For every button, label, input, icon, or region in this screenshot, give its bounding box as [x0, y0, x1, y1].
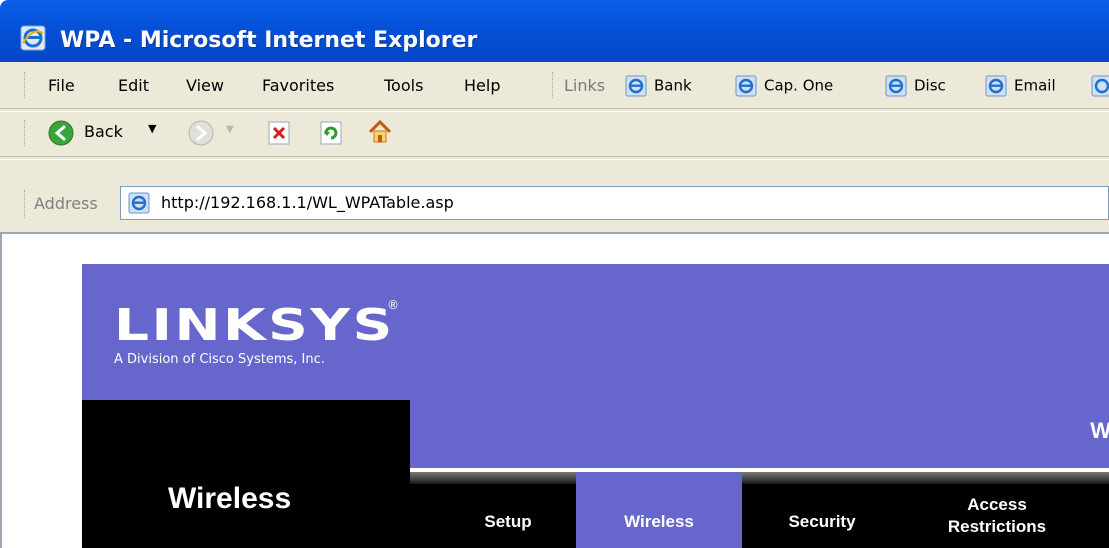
menu-help[interactable]: Help — [464, 76, 500, 95]
linksys-banner: LINKSYS ® A Division of Cisco Systems, I… — [82, 264, 1109, 400]
ie-page-icon — [128, 192, 150, 214]
tab-bar-top — [410, 472, 1109, 484]
section-title: Wireless — [168, 482, 292, 515]
ie-page-icon — [885, 75, 907, 97]
menu-file[interactable]: File — [48, 76, 75, 95]
logo-subtitle: A Division of Cisco Systems, Inc. — [114, 352, 325, 367]
menu-view[interactable]: View — [186, 76, 224, 95]
address-grip[interactable] — [24, 190, 27, 218]
forward-arrow-icon[interactable] — [188, 120, 214, 146]
linksys-logo: LINKSYS — [114, 300, 395, 351]
tab-active-bg — [576, 472, 742, 548]
refresh-icon[interactable] — [318, 120, 344, 146]
home-icon[interactable] — [366, 118, 394, 146]
toolbars: File Edit View Favorites Tools Help Link… — [0, 62, 1109, 232]
address-input[interactable]: http://192.168.1.1/WL_WPATable.asp — [120, 186, 1109, 220]
toolbar-grip[interactable] — [24, 120, 27, 146]
page-content: LINKSYS ® A Division of Cisco Systems, I… — [0, 232, 1109, 548]
forward-dropdown-icon[interactable]: ▼ — [226, 124, 234, 135]
title-bar[interactable]: WPA - Microsoft Internet Explorer — [0, 0, 1109, 62]
tab-setup[interactable]: Setup — [458, 512, 558, 532]
header-strip: W — [410, 400, 1109, 468]
back-arrow-icon — [48, 120, 74, 146]
link-email-label: Email — [1014, 76, 1056, 95]
links-label: Links — [564, 76, 606, 95]
links-grip[interactable] — [552, 72, 555, 98]
ie-page-icon — [985, 75, 1007, 97]
menu-edit[interactable]: Edit — [118, 76, 149, 95]
browser-window: WPA - Microsoft Internet Explorer File E… — [0, 0, 1109, 548]
link-bank[interactable]: Bank — [624, 74, 692, 98]
window-title: WPA - Microsoft Internet Explorer — [60, 28, 478, 53]
menu-tools[interactable]: Tools — [384, 76, 423, 95]
back-label: Back — [84, 122, 123, 141]
header-partial-text: W — [1090, 418, 1109, 443]
ie-page-icon-partial[interactable] — [1090, 74, 1109, 98]
link-disc[interactable]: Disc — [884, 74, 946, 98]
ie-page-icon — [625, 75, 647, 97]
link-cap-one-label: Cap. One — [764, 76, 834, 95]
link-email[interactable]: Email — [984, 74, 1056, 98]
link-disc-label: Disc — [914, 76, 946, 95]
registered-mark: ® — [387, 298, 399, 312]
link-cap-one[interactable]: Cap. One — [734, 74, 833, 98]
menu-grip[interactable] — [24, 72, 27, 98]
address-url: http://192.168.1.1/WL_WPATable.asp — [161, 193, 454, 212]
ie-logo-icon — [20, 25, 46, 51]
stop-icon[interactable] — [266, 120, 292, 146]
link-bank-label: Bank — [654, 76, 692, 95]
tab-wireless[interactable]: Wireless — [576, 512, 742, 532]
tab-access-restrictions[interactable]: Access Restrictions — [922, 494, 1072, 538]
menu-bar: File Edit View Favorites Tools Help Link… — [0, 62, 1109, 108]
nav-block: W Wireless Setup Wireless Security Acces… — [82, 400, 1109, 548]
tab-security[interactable]: Security — [762, 512, 882, 532]
back-dropdown-icon[interactable]: ▼ — [148, 122, 156, 135]
ie-page-icon — [735, 75, 757, 97]
standard-buttons: Back ▼ ▼ — [0, 110, 1109, 156]
menu-favorites[interactable]: Favorites — [262, 76, 334, 95]
address-label: Address — [34, 194, 98, 213]
